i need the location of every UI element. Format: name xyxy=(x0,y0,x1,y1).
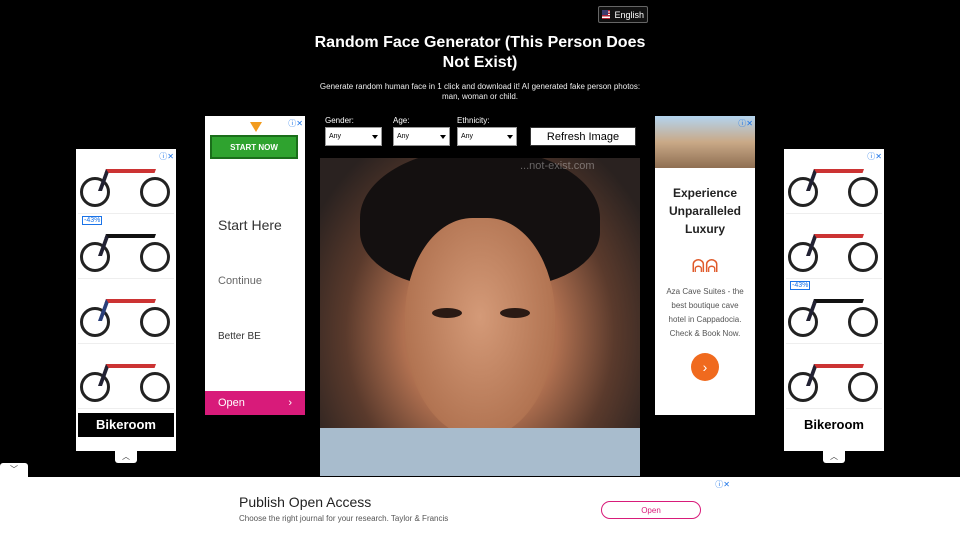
bikeroom-logo[interactable]: Bikeroom xyxy=(786,413,882,437)
bike-image[interactable] xyxy=(78,279,174,344)
bike-image[interactable]: -43% xyxy=(786,279,882,344)
left-start-ad[interactable]: ⓘ✕ START NOW Start Here Continue Better … xyxy=(205,116,305,415)
page-title: Random Face Generator (This Person Does … xyxy=(314,34,646,71)
bike-image[interactable] xyxy=(78,149,174,214)
chevron-down-icon xyxy=(440,134,446,139)
bike-image[interactable] xyxy=(786,344,882,409)
language-selector[interactable]: English xyxy=(598,6,648,23)
open-label: Open xyxy=(218,397,245,409)
bike-image[interactable] xyxy=(786,214,882,279)
chevron-up-icon[interactable]: ︿ xyxy=(823,451,845,463)
age-select[interactable]: Any xyxy=(393,127,450,146)
bike-image[interactable] xyxy=(78,344,174,409)
better-be-link[interactable]: Better BE xyxy=(218,331,261,342)
chevron-down-icon xyxy=(372,134,378,139)
face-shirt xyxy=(320,428,640,476)
bike-image[interactable]: -43% xyxy=(78,214,174,279)
start-now-button[interactable]: START NOW xyxy=(210,135,298,159)
right-bike-ad[interactable]: ⓘ✕ -43% Bikeroom xyxy=(784,149,884,451)
chevron-up-icon[interactable]: ︿ xyxy=(115,451,137,463)
face-eye-right xyxy=(500,308,530,318)
bottom-ad-subtext[interactable]: Choose the right journal for your resear… xyxy=(239,514,448,523)
ad-choices-icon[interactable]: ⓘ✕ xyxy=(288,118,303,129)
gender-control: Gender: Any xyxy=(325,116,382,146)
discount-badge: -43% xyxy=(82,216,103,225)
face-eye-left xyxy=(432,308,462,318)
face-skin xyxy=(405,218,555,438)
chevron-right-icon: › xyxy=(288,397,292,409)
ethnicity-select[interactable]: Any xyxy=(457,127,517,146)
ad-choices-icon[interactable]: ⓘ✕ xyxy=(738,118,753,129)
gender-label: Gender: xyxy=(325,116,354,125)
arrow-down-icon xyxy=(250,122,262,132)
gender-value: Any xyxy=(329,133,342,140)
bottom-ad-open-button[interactable]: Open xyxy=(601,501,701,519)
generated-face-image[interactable] xyxy=(320,158,640,476)
ethnicity-label: Ethnicity: xyxy=(457,116,490,125)
chevron-down-icon xyxy=(507,134,513,139)
right-hotel-ad[interactable]: ⓘ✕ Experience Unparalleled Luxury ᕱᕱ Aza… xyxy=(655,116,755,415)
age-label: Age: xyxy=(393,116,410,125)
photo-watermark: ...not-exist.com xyxy=(520,160,595,172)
hotel-title[interactable]: Experience Unparalleled Luxury xyxy=(655,184,755,238)
bottom-ad-headline[interactable]: Publish Open Access xyxy=(239,494,371,510)
discount-badge: -43% xyxy=(790,281,811,290)
hotel-logo: ᕱᕱ xyxy=(691,256,719,276)
bike-image[interactable] xyxy=(786,149,882,214)
age-value: Any xyxy=(397,133,410,140)
hotel-description[interactable]: Aza Cave Suites - the best boutique cave… xyxy=(655,285,755,341)
open-button[interactable]: Open › xyxy=(205,391,305,415)
bikeroom-logo[interactable]: Bikeroom xyxy=(78,413,174,437)
ethnicity-control: Ethnicity: Any xyxy=(457,116,517,146)
chevron-down-icon[interactable]: ﹀ xyxy=(0,463,28,477)
us-flag-icon xyxy=(602,10,611,19)
gender-select[interactable]: Any xyxy=(325,127,382,146)
language-label: English xyxy=(614,9,644,20)
start-here-link[interactable]: Start Here xyxy=(218,217,282,233)
left-bike-ad[interactable]: ⓘ✕ -43% Bikeroom xyxy=(76,149,176,451)
age-control: Age: Any xyxy=(393,116,450,146)
chevron-right-icon[interactable]: › xyxy=(691,353,719,381)
ad-choices-icon[interactable]: ⓘ✕ xyxy=(715,479,730,490)
refresh-image-button[interactable]: Refresh Image xyxy=(530,127,636,146)
continue-link[interactable]: Continue xyxy=(218,275,262,287)
bottom-ad[interactable]: ⓘ✕ Publish Open Access Choose the right … xyxy=(229,477,732,540)
ethnicity-value: Any xyxy=(461,133,474,140)
page-subtitle: Generate random human face in 1 click an… xyxy=(319,82,641,101)
